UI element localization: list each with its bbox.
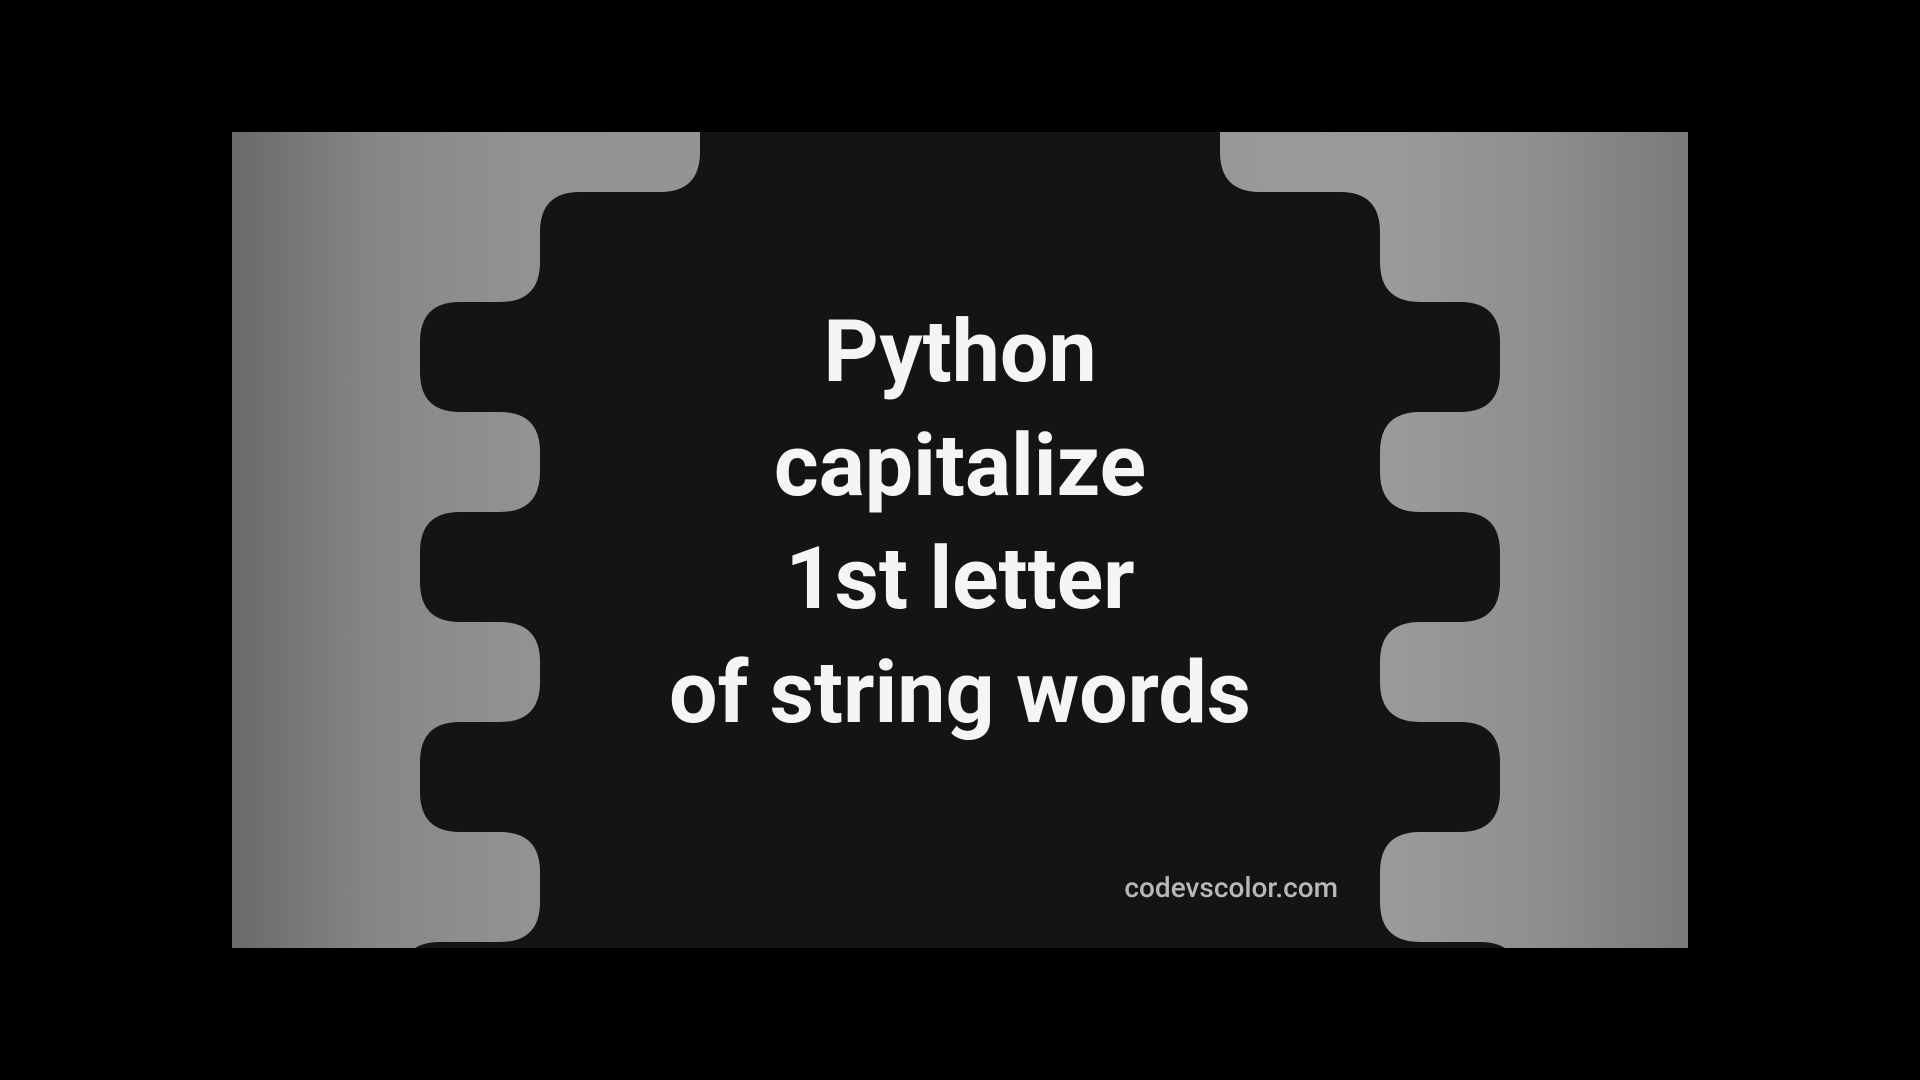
heading-text: Python capitalize 1st letter of string w… [232, 295, 1688, 749]
heading-line-2: capitalize [232, 408, 1688, 522]
page-container: Python capitalize 1st letter of string w… [0, 0, 1920, 1080]
heading-line-4: of string words [232, 635, 1688, 749]
heading-line-3: 1st letter [232, 522, 1688, 636]
image-viewport: Python capitalize 1st letter of string w… [232, 132, 1688, 948]
heading-line-1: Python [232, 295, 1688, 409]
watermark-text: codevscolor.com [1124, 871, 1338, 904]
